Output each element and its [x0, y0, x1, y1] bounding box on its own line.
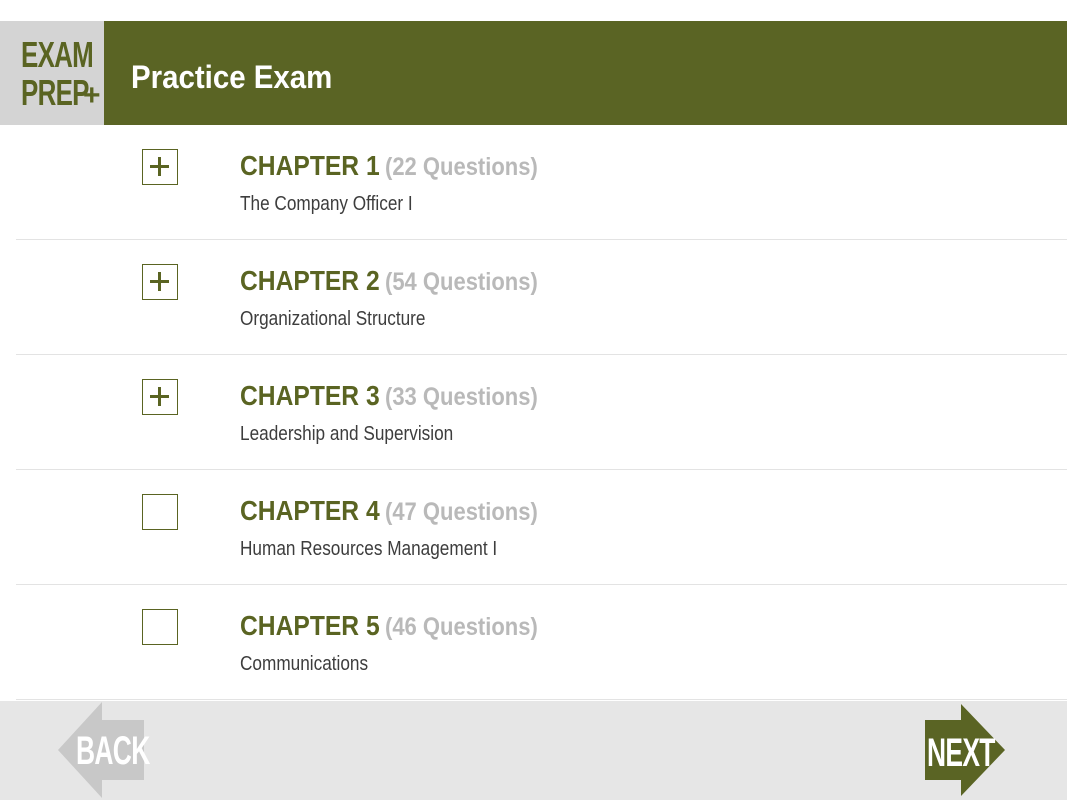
next-label: NEXT — [927, 731, 995, 775]
chapter-label: CHAPTER 2 — [240, 265, 380, 296]
chapter-label: CHAPTER 3 — [240, 380, 380, 411]
footer-bar: BACK NEXT — [0, 701, 1067, 800]
back-button[interactable]: BACK — [58, 702, 150, 798]
chapter-label: CHAPTER 1 — [240, 150, 380, 181]
question-count: (33 Questions) — [385, 383, 538, 411]
chapter-row-4[interactable]: CHAPTER 4 (47 Questions) Human Resources… — [16, 470, 1067, 585]
question-count: (54 Questions) — [385, 268, 538, 296]
chapter-title: Organizational Structure — [240, 308, 426, 330]
title-bar: Practice Exam — [104, 21, 1067, 125]
question-count: (22 Questions) — [385, 153, 538, 181]
chapter-title: Human Resources Management I — [240, 538, 498, 560]
chapter-title: Leadership and Supervision — [240, 423, 454, 445]
chapter-checkbox-plus-icon[interactable] — [142, 379, 178, 415]
chapter-row-3[interactable]: CHAPTER 3 (33 Questions) Leadership and … — [16, 355, 1067, 470]
chapter-row-1[interactable]: CHAPTER 1 (22 Questions) The Company Off… — [16, 125, 1067, 240]
chapter-label: CHAPTER 5 — [240, 610, 380, 641]
chapter-label: CHAPTER 4 — [240, 495, 380, 526]
page-title: Practice Exam — [131, 59, 333, 95]
chapter-checkbox-plus-icon[interactable] — [142, 149, 178, 185]
chapter-checkbox-plus-icon[interactable] — [142, 264, 178, 300]
chapter-list: CHAPTER 1 (22 Questions) The Company Off… — [0, 125, 1067, 700]
question-count: (47 Questions) — [385, 498, 538, 526]
app-header: EXAM PREP + Practice Exam — [0, 21, 1067, 125]
chapter-row-5[interactable]: CHAPTER 5 (46 Questions) Communications — [16, 585, 1067, 700]
next-button[interactable]: NEXT — [925, 704, 1005, 796]
chapter-checkbox-empty[interactable] — [142, 609, 178, 645]
chapter-title: The Company Officer I — [240, 193, 413, 215]
logo-text-exam: EXAM — [21, 34, 94, 75]
question-count: (46 Questions) — [385, 613, 538, 641]
chapter-title: Communications — [240, 653, 369, 675]
logo-text-prep: PREP — [21, 72, 89, 113]
logo-plus-icon: + — [83, 79, 101, 112]
chapter-checkbox-empty[interactable] — [142, 494, 178, 530]
back-label: BACK — [76, 729, 150, 773]
exam-prep-logo: EXAM PREP + — [0, 21, 104, 125]
chapter-row-2[interactable]: CHAPTER 2 (54 Questions) Organizational … — [16, 240, 1067, 355]
